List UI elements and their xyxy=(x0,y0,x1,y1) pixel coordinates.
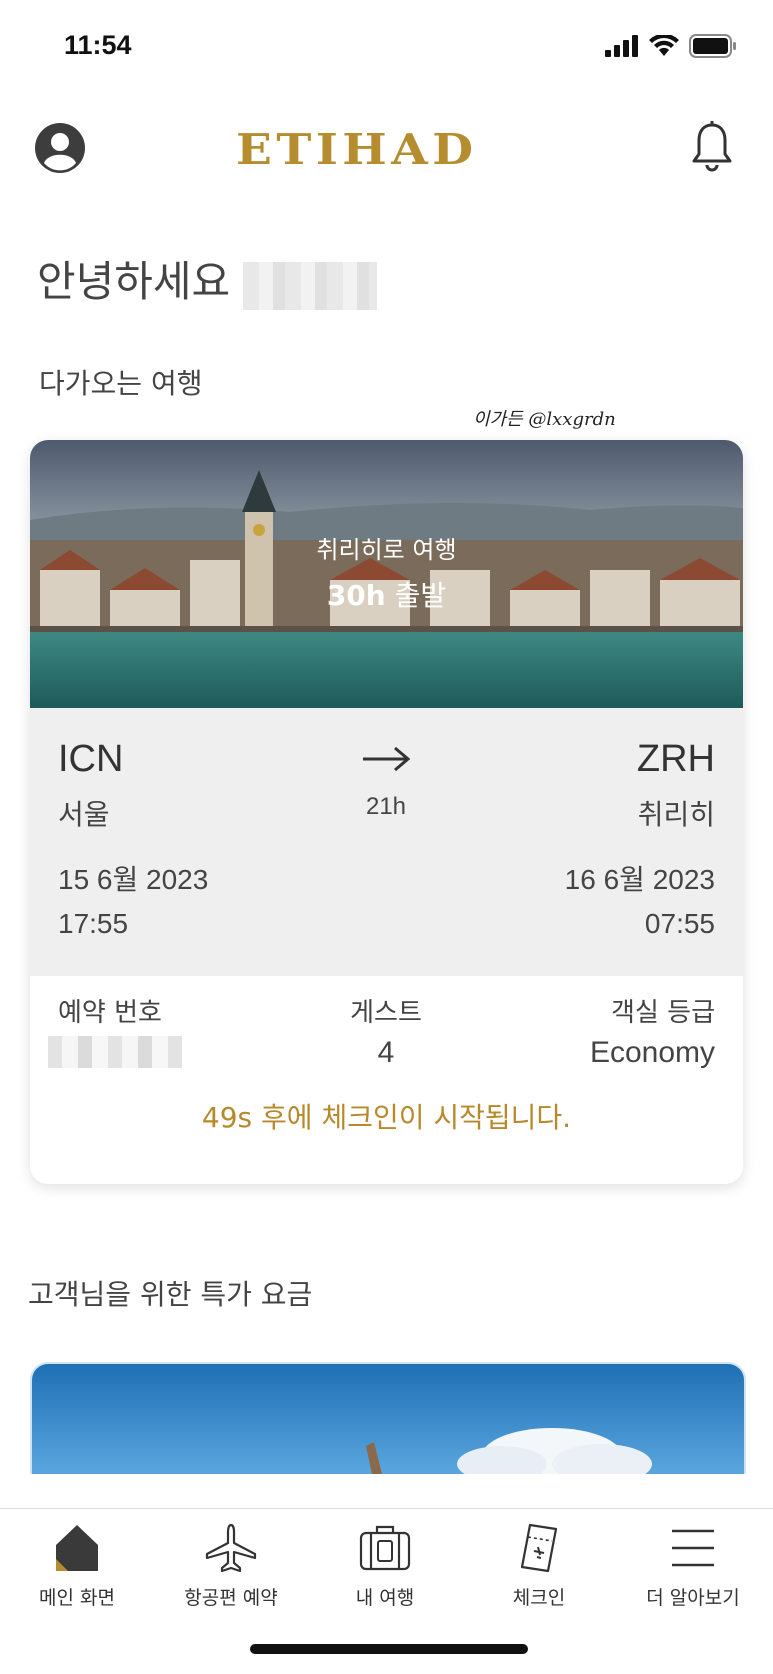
watermark-text: 이가든 @lxxgrdn xyxy=(473,409,616,430)
nav-my-trips-label: 내 여행 xyxy=(355,1587,415,1609)
booking-number-label: 예약 번호 xyxy=(58,998,162,1028)
arrive-date: 16 6월 2023 xyxy=(564,864,715,895)
countdown-suffix: 출발 xyxy=(394,579,447,612)
profile-icon[interactable] xyxy=(34,122,86,174)
arrive-time: 07:55 xyxy=(644,908,715,939)
user-name-redacted xyxy=(243,262,377,310)
nav-checkin-label: 체크인 xyxy=(512,1587,566,1609)
status-icons xyxy=(605,34,737,58)
nav-my-trips[interactable]: 내 여행 xyxy=(308,1523,462,1610)
notification-bell-icon[interactable] xyxy=(691,120,733,172)
status-time: 11:54 xyxy=(64,30,132,60)
trip-countdown: 30h 출발 xyxy=(30,574,743,614)
origin-city: 서울 xyxy=(58,798,110,831)
etihad-logo: ETIHAD xyxy=(236,125,478,174)
greeting-text: 안녕하세요 xyxy=(37,257,231,306)
depart-time: 17:55 xyxy=(58,908,129,939)
nav-more-label: 더 알아보기 xyxy=(646,1587,740,1609)
depart-date: 15 6월 2023 xyxy=(58,864,209,895)
nav-checkin[interactable]: 체크인 xyxy=(462,1523,616,1610)
airplane-icon xyxy=(205,1523,257,1573)
home-indicator[interactable] xyxy=(250,1644,528,1654)
boarding-pass-icon xyxy=(520,1523,558,1573)
signal-icon xyxy=(605,35,638,57)
checkin-countdown-note: 49s 후에 체크인이 시작됩니다. xyxy=(201,1101,572,1134)
guests-label: 게스트 xyxy=(350,998,422,1028)
cabin-class-value: Economy xyxy=(589,1036,715,1069)
upcoming-section-title: 다가오는 여행 xyxy=(39,367,203,400)
special-offer-card[interactable] xyxy=(30,1362,746,1474)
flight-duration: 21h xyxy=(365,793,407,820)
arrow-right-icon xyxy=(363,746,410,772)
suitcase-icon xyxy=(359,1525,411,1571)
route-details: ICN 서울 21h ZRH 취리히 15 6월 2023 17:55 16 6… xyxy=(30,708,743,976)
wifi-icon xyxy=(649,35,679,56)
nav-book-flight[interactable]: 항공편 예약 xyxy=(154,1523,308,1610)
home-icon xyxy=(56,1525,98,1571)
destination-code: ZRH xyxy=(636,738,715,780)
offers-section-title: 고객님을 위한 특가 요금 xyxy=(28,1278,313,1311)
guests-value: 4 xyxy=(377,1036,395,1069)
trip-destination-title: 취리히로 여행 xyxy=(316,536,457,564)
nav-home[interactable]: 메인 화면 xyxy=(0,1523,154,1610)
booking-number-redacted xyxy=(48,1036,182,1068)
nav-book-flight-label: 항공편 예약 xyxy=(184,1587,278,1609)
nav-more[interactable]: 더 알아보기 xyxy=(616,1523,770,1610)
nav-home-label: 메인 화면 xyxy=(39,1587,115,1609)
origin-code: ICN xyxy=(58,738,124,780)
battery-icon xyxy=(689,34,736,58)
upcoming-trip-card[interactable]: 취리히로 여행 30h 출발 ICN 서울 21h ZRH 취리히 15 6월 … xyxy=(30,440,743,1184)
destination-city: 취리히 xyxy=(637,798,715,831)
countdown-value: 30h xyxy=(326,579,386,612)
menu-icon xyxy=(672,1529,714,1567)
offer-image xyxy=(32,1364,744,1474)
cabin-class-label: 객실 등급 xyxy=(611,998,715,1028)
